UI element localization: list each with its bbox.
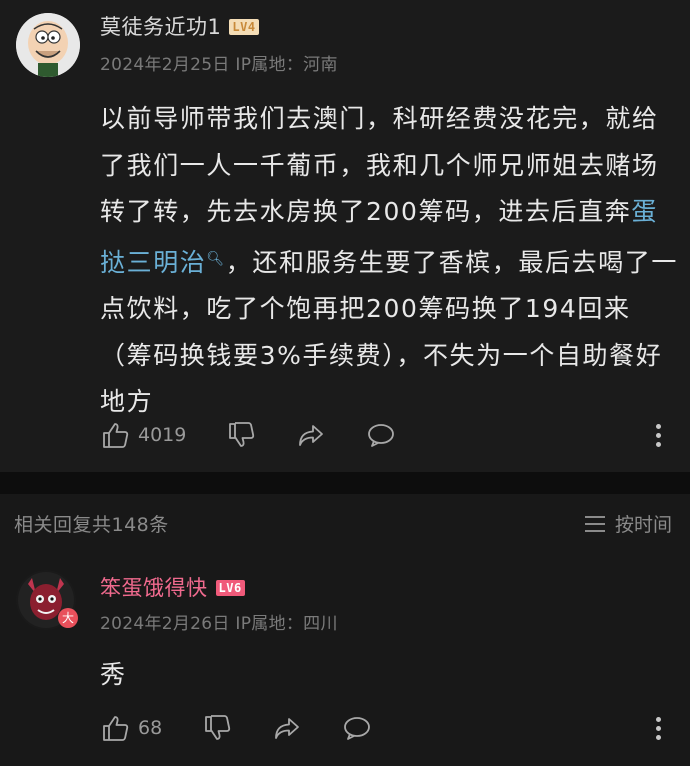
more-vertical-icon[interactable] [656,717,664,744]
level-badge: LV6 [215,580,245,596]
sort-button[interactable]: 按时间 [583,510,672,537]
reply-count: 相关回复共148条 [14,514,169,536]
reply-actions: 68 [100,713,412,743]
share-button[interactable] [296,420,326,450]
more-vertical-icon[interactable] [656,424,664,451]
section-divider [0,472,690,494]
reply-button[interactable] [342,713,372,743]
thumb-down-icon [205,715,231,740]
level-badge: LV4 [229,19,259,35]
reply-username[interactable]: 笨蛋饿得快 LV6 [100,572,245,602]
like-count: 68 [138,717,163,739]
thumb-up-icon [103,716,129,741]
like-button[interactable]: 68 [100,713,162,743]
comment-text: 以前导师带我们去澳门，科研经费没花完，就给了我们一人一千葡币，我和几个师兄师姐去… [100,96,680,426]
comment-actions: 4019 [100,420,436,450]
comment-bubble-icon [368,424,395,447]
sort-lines-icon [584,515,605,532]
username[interactable]: 莫徒务近功1 LV4 [100,11,259,41]
sort-label: 按时间 [614,514,672,536]
reply-avatar[interactable]: 大 [16,570,78,630]
user-avatar[interactable] [16,13,80,77]
reply-text: 秀 [100,660,126,689]
search-icon[interactable]: 🔍︎ [206,251,225,267]
thumb-up-icon [103,423,129,448]
thumb-down-icon [229,422,255,447]
reply-button[interactable] [366,420,396,450]
dislike-button[interactable] [202,713,232,743]
comment-meta: 2024年2月25日 IP属地：河南 [100,55,338,75]
share-icon [299,425,324,446]
share-icon [275,718,300,739]
username-text[interactable]: 莫徒务近功1 [100,15,221,39]
cartoon-face-icon [16,13,80,77]
like-button[interactable]: 4019 [100,420,186,450]
avatar-badge: 大 [58,608,78,628]
share-button[interactable] [272,713,302,743]
comment-text-part: 以前导师带我们去澳门，科研经费没花完，就给了我们一人一千葡币，我和几个师兄师姐去… [100,104,659,226]
reply-meta: 2024年2月26日 IP属地：四川 [100,614,338,634]
comment-bubble-icon [344,717,371,740]
dislike-button[interactable] [226,420,256,450]
reply-username-text[interactable]: 笨蛋饿得快 [100,576,208,600]
like-count: 4019 [138,424,187,446]
